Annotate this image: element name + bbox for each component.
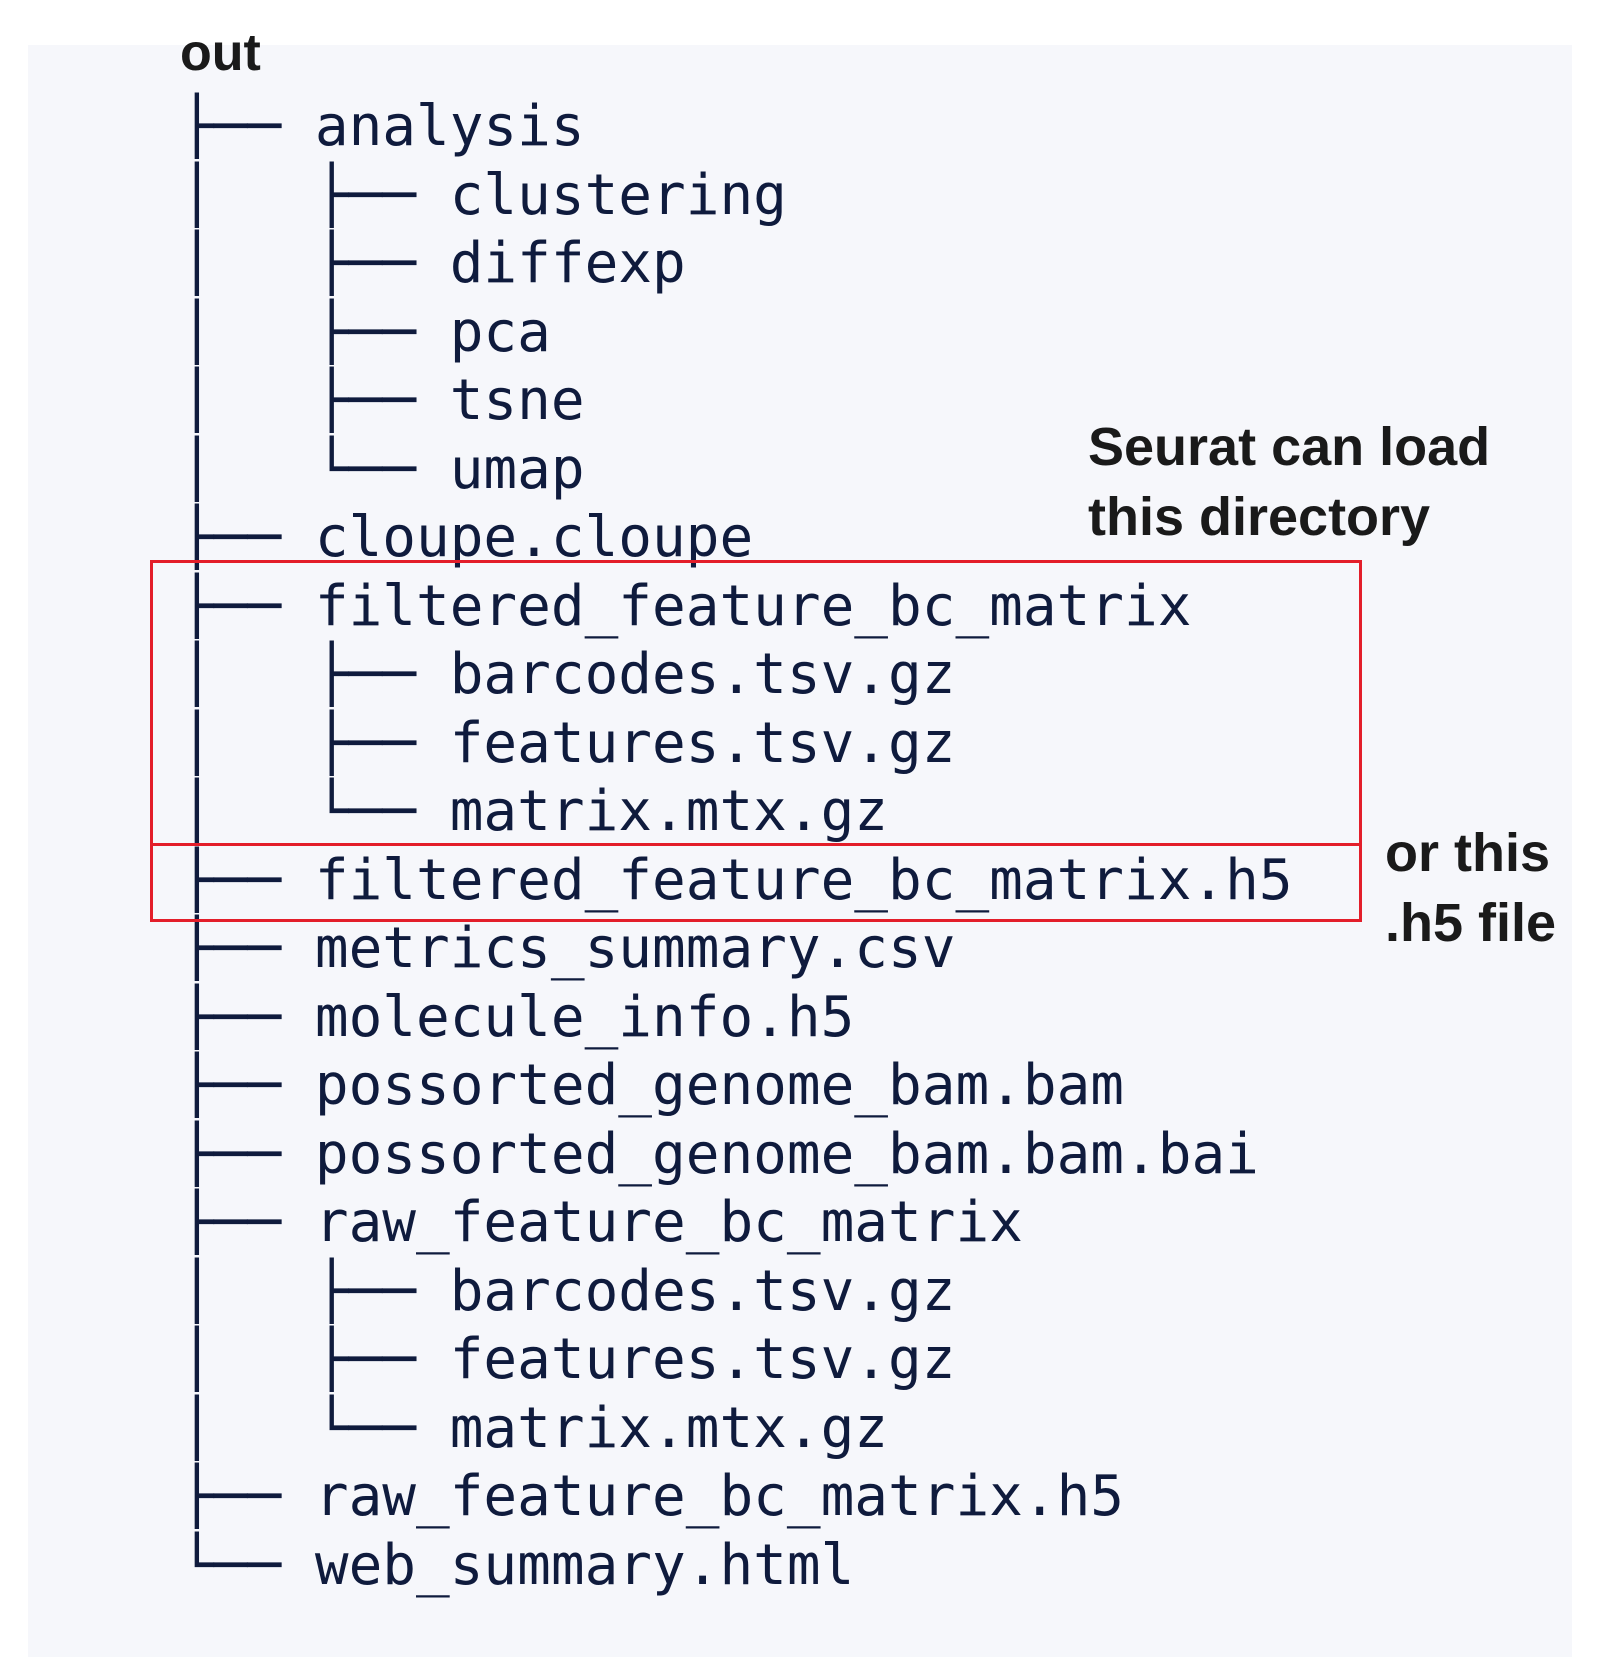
tree-row-molecule-info: ├── molecule_info.h5 [180, 983, 854, 1053]
tree-row-raw-features: │ ├── features.tsv.gz [180, 1325, 955, 1395]
tree-row-clustering: │ ├── clustering [180, 161, 787, 231]
tree-row-label: umap [449, 436, 585, 502]
tree-row-raw-matrix: │ └── matrix.mtx.gz [180, 1394, 888, 1464]
tree-row-pca: │ ├── pca [180, 298, 551, 368]
tree-row-label: pca [449, 299, 551, 365]
tree-row-tsne: │ ├── tsne [180, 366, 585, 436]
tree-row-raw-matrix-dir: ├── raw_feature_bc_matrix [180, 1188, 1023, 1258]
tree-row-label: diffexp [449, 231, 686, 296]
tree-row-label: features.tsv.gz [449, 1327, 956, 1392]
tree-row-label: barcodes.tsv.gz [449, 1258, 956, 1324]
tree-row-label: web_summary.html [314, 1532, 855, 1598]
tree-row-label: possorted_genome_bam.bam [314, 1053, 1125, 1118]
tree-row-diffexp: │ ├── diffexp [180, 229, 686, 299]
tree-row-label: tsne [449, 368, 585, 433]
tree-row-metrics-summary: ├── metrics_summary.csv [180, 914, 955, 984]
tree-row-label: raw_feature_bc_matrix.h5 [314, 1464, 1125, 1529]
tree-row-umap: │ └── umap [180, 435, 585, 505]
directory-annotation-line-1: Seurat can load [1088, 417, 1491, 477]
highlight-box-directory [150, 560, 1362, 846]
tree-row-label: clustering [449, 162, 787, 228]
tree-row-label: possorted_genome_bam.bam.bai [314, 1121, 1259, 1187]
tree-row-raw-barcodes: │ ├── barcodes.tsv.gz [180, 1257, 955, 1327]
tree-row-bam: ├── possorted_genome_bam.bam [180, 1051, 1124, 1121]
directory-annotation-line-2: this directory [1088, 487, 1431, 547]
h5-annotation-line-1: or this [1385, 823, 1551, 883]
tree-row-raw-h5: ├── raw_feature_bc_matrix.h5 [180, 1462, 1124, 1532]
directory-annotation: Seurat can load this directory [1088, 412, 1490, 552]
h5-annotation-line-2: .h5 file [1385, 893, 1557, 953]
h5-annotation: or this .h5 file [1385, 818, 1556, 958]
tree-row-label: raw_feature_bc_matrix [314, 1190, 1023, 1255]
tree-row-bam-index: ├── possorted_genome_bam.bam.bai [180, 1120, 1259, 1190]
tree-row-label: analysis [314, 94, 585, 159]
tree-row-label: molecule_info.h5 [314, 984, 855, 1050]
tree-row-label: metrics_summary.csv [314, 916, 956, 981]
tree-row-label: matrix.mtx.gz [449, 1395, 889, 1461]
highlight-box-h5 [150, 843, 1362, 922]
tree-row-web-summary: └── web_summary.html [180, 1531, 854, 1601]
tree-row-analysis: ├── analysis [180, 92, 585, 162]
